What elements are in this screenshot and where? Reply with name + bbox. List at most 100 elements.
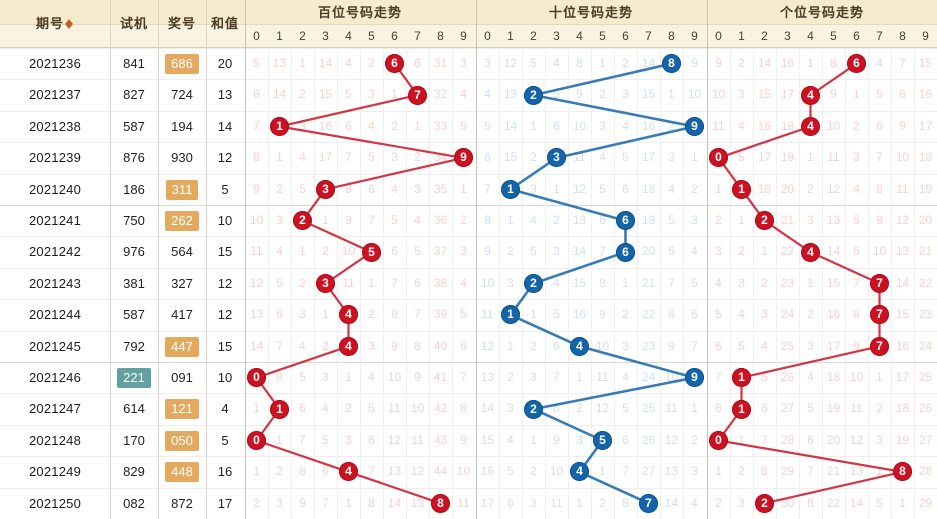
miss-count-cell: 5 — [668, 213, 675, 227]
miss-count-cell: 12 — [849, 432, 864, 447]
drawn-number-ball[interactable]: 4 — [801, 117, 820, 136]
drawn-number-ball[interactable]: 8 — [662, 54, 681, 74]
digit-header-hundreds-2[interactable]: 2 — [291, 25, 314, 48]
digit-header-hundreds-6[interactable]: 6 — [383, 25, 406, 48]
drawn-number-ball[interactable]: 6 — [385, 54, 404, 74]
drawn-number-ball[interactable]: 6 — [616, 211, 635, 231]
digit-header-units-1[interactable]: 1 — [730, 25, 753, 48]
digit-header-hundreds-8[interactable]: 8 — [429, 25, 452, 48]
drawn-number-ball[interactable]: 1 — [732, 399, 751, 419]
drawn-number-ball[interactable]: 3 — [316, 179, 335, 199]
drawn-number-ball[interactable]: 1 — [501, 179, 520, 199]
drawn-number-ball[interactable]: 2 — [293, 211, 312, 231]
drawn-number-ball[interactable]: 0 — [709, 431, 728, 450]
drawn-number-ball[interactable]: 4 — [570, 462, 589, 482]
cell-period[interactable]: 2021245 — [0, 331, 110, 362]
drawn-number-ball[interactable]: 6 — [847, 54, 866, 74]
digit-header-tens-7[interactable]: 7 — [637, 25, 660, 48]
digit-header-hundreds-4[interactable]: 4 — [337, 25, 360, 48]
drawn-number-ball[interactable]: 7 — [639, 493, 658, 513]
cell-period[interactable]: 2021238 — [0, 111, 110, 142]
drawn-number-ball[interactable]: 0 — [247, 368, 266, 388]
drawn-number-ball[interactable]: 1 — [270, 117, 289, 136]
drawn-number-ball[interactable]: 2 — [524, 274, 543, 293]
miss-count-cell: 7 — [807, 464, 814, 479]
drawn-number-ball[interactable]: 1 — [732, 368, 751, 388]
digit-header-hundreds-9[interactable]: 9 — [452, 25, 475, 48]
miss-count-cell: 5 — [507, 464, 514, 479]
drawn-number-ball[interactable]: 8 — [893, 462, 912, 482]
drawn-number-ball[interactable]: 7 — [870, 274, 889, 293]
digit-header-units-5[interactable]: 5 — [822, 25, 845, 48]
cell-period[interactable]: 2021237 — [0, 79, 110, 110]
cell-period[interactable]: 2021240 — [0, 174, 110, 205]
digit-header-hundreds-1[interactable]: 1 — [268, 25, 291, 48]
digit-header-units-4[interactable]: 4 — [799, 25, 822, 48]
digit-header-units-8[interactable]: 8 — [891, 25, 914, 48]
cell-period[interactable]: 2021243 — [0, 268, 110, 299]
cell-period[interactable]: 2021236 — [0, 48, 110, 79]
miss-count-cell: 4 — [715, 275, 722, 290]
drawn-number-ball[interactable]: 2 — [755, 493, 774, 513]
drawn-number-ball[interactable]: 6 — [616, 242, 635, 262]
drawn-number-ball[interactable]: 2 — [524, 399, 543, 419]
column-header-period[interactable]: 期号 — [0, 0, 110, 48]
drawn-number-ball[interactable]: 3 — [547, 148, 566, 168]
drawn-number-ball[interactable]: 0 — [247, 431, 266, 450]
miss-count-cell: 12 — [664, 432, 679, 447]
drawn-number-ball[interactable]: 1 — [270, 399, 289, 419]
drawn-number-ball[interactable]: 8 — [431, 493, 450, 513]
digit-header-tens-6[interactable]: 6 — [614, 25, 637, 48]
drawn-number-ball[interactable]: 5 — [362, 242, 381, 262]
drawn-number-ball[interactable]: 4 — [339, 336, 358, 356]
digit-header-hundreds-0[interactable]: 0 — [245, 25, 268, 48]
drawn-number-ball[interactable]: 4 — [801, 242, 820, 262]
cell-period[interactable]: 2021248 — [0, 425, 110, 456]
digit-header-tens-2[interactable]: 2 — [522, 25, 545, 48]
cell-period[interactable]: 2021241 — [0, 205, 110, 236]
digit-header-hundreds-3[interactable]: 3 — [314, 25, 337, 48]
digit-header-hundreds-5[interactable]: 5 — [360, 25, 383, 48]
drawn-number-ball[interactable]: 1 — [732, 179, 751, 199]
digit-header-tens-1[interactable]: 1 — [499, 25, 522, 48]
drawn-number-ball[interactable]: 2 — [755, 211, 774, 231]
drawn-number-ball[interactable]: 0 — [709, 148, 728, 168]
digit-header-units-0[interactable]: 0 — [707, 25, 730, 48]
cell-period[interactable]: 2021250 — [0, 488, 110, 519]
digit-header-tens-3[interactable]: 3 — [545, 25, 568, 48]
sort-arrows-icon[interactable] — [65, 18, 74, 30]
cell-period[interactable]: 2021239 — [0, 142, 110, 173]
drawn-number-ball[interactable]: 7 — [870, 305, 889, 325]
digit-header-tens-8[interactable]: 8 — [660, 25, 683, 48]
cell-period[interactable]: 2021246 — [0, 362, 110, 393]
miss-count-cell: 8 — [484, 213, 491, 227]
digit-header-units-6[interactable]: 6 — [845, 25, 868, 48]
cell-period[interactable]: 2021247 — [0, 393, 110, 424]
cell-test: 082 — [123, 495, 145, 511]
drawn-number-ball[interactable]: 7 — [408, 85, 427, 105]
digit-header-units-9[interactable]: 9 — [914, 25, 937, 48]
drawn-number-ball[interactable]: 3 — [316, 274, 335, 293]
drawn-number-ball[interactable]: 9 — [685, 117, 704, 136]
drawn-number-ball[interactable]: 1 — [501, 305, 520, 325]
drawn-number-ball[interactable]: 9 — [685, 368, 704, 388]
cell-period[interactable]: 2021244 — [0, 299, 110, 330]
drawn-number-ball[interactable]: 4 — [570, 336, 589, 356]
drawn-number-ball[interactable]: 4 — [339, 305, 358, 325]
drawn-number-ball[interactable]: 4 — [801, 85, 820, 105]
digit-header-tens-4[interactable]: 4 — [568, 25, 591, 48]
cell-period[interactable]: 2021242 — [0, 236, 110, 267]
digit-header-tens-9[interactable]: 9 — [683, 25, 706, 48]
digit-header-tens-5[interactable]: 5 — [591, 25, 614, 48]
drawn-number-ball[interactable]: 4 — [339, 462, 358, 482]
cell-period[interactable]: 2021249 — [0, 456, 110, 487]
digit-header-hundreds-7[interactable]: 7 — [406, 25, 429, 48]
drawn-number-ball[interactable]: 5 — [593, 431, 612, 450]
digit-header-units-3[interactable]: 3 — [776, 25, 799, 48]
drawn-number-ball[interactable]: 2 — [524, 85, 543, 105]
digit-header-units-2[interactable]: 2 — [753, 25, 776, 48]
digit-header-tens-0[interactable]: 0 — [476, 25, 499, 48]
drawn-number-ball[interactable]: 9 — [454, 148, 473, 168]
digit-header-units-7[interactable]: 7 — [868, 25, 891, 48]
drawn-number-ball[interactable]: 7 — [870, 336, 889, 356]
